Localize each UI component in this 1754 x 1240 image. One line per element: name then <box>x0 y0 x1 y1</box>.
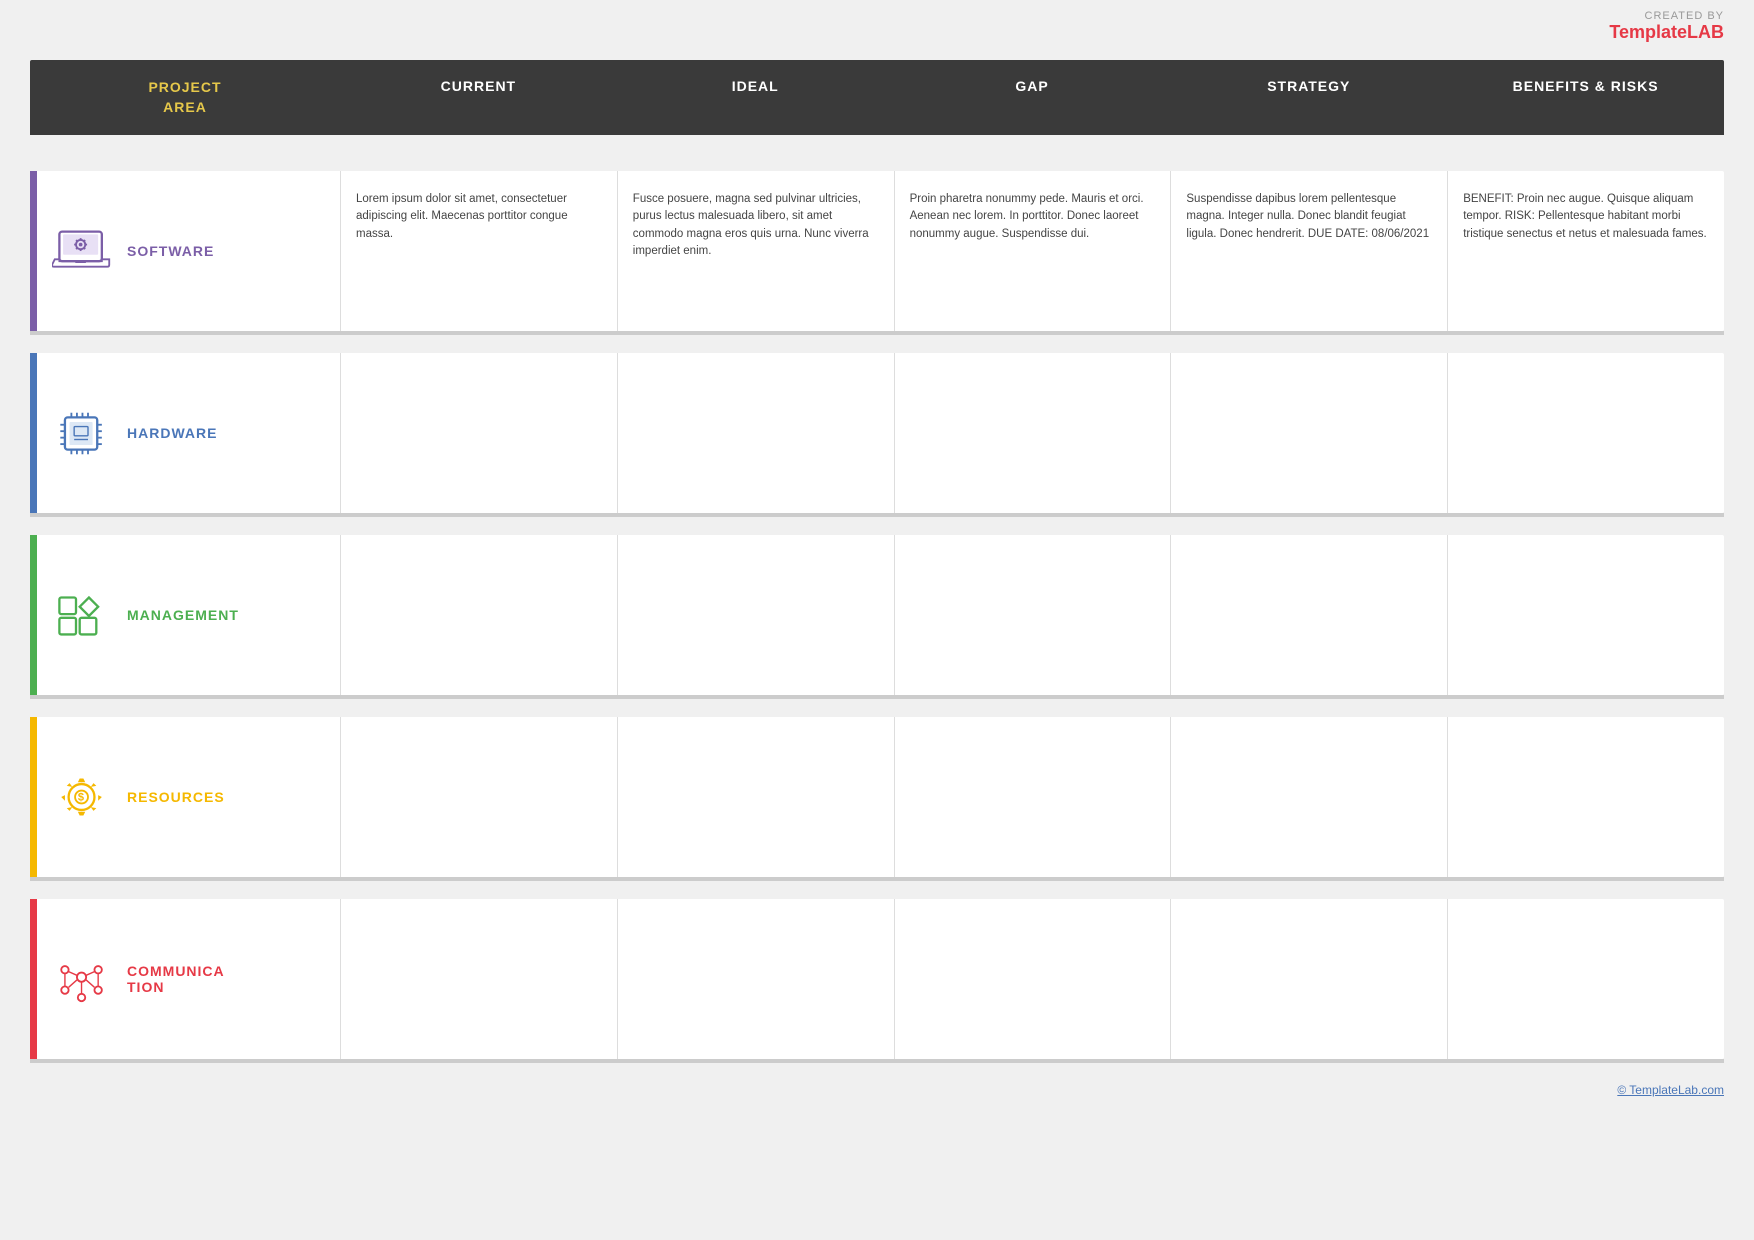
svg-text:$: $ <box>78 792 84 804</box>
software-strategy: Suspendisse dapibus lorem pellentesque m… <box>1170 171 1447 331</box>
logo-brand: TemplateLAB <box>1609 22 1724 43</box>
row-separator <box>30 1059 1724 1063</box>
logo-lab: LAB <box>1687 22 1724 42</box>
hardware-benefits <box>1447 353 1724 513</box>
page-wrapper: CREATED BY TemplateLAB PROJECTAREA CURRE… <box>0 0 1754 1240</box>
resources-current <box>340 717 617 877</box>
table-row: $ RESOURCES <box>30 717 1724 877</box>
resources-icon: $ <box>52 767 112 827</box>
communication-benefits <box>1447 899 1724 1059</box>
resources-section: $ RESOURCES <box>30 717 1724 881</box>
resources-strategy <box>1170 717 1447 877</box>
management-ideal <box>617 535 894 695</box>
row-separator <box>30 331 1724 335</box>
table-row: SOFTWARE Lorem ipsum dolor sit amet, con… <box>30 171 1724 331</box>
header-project-area: PROJECTAREA <box>30 60 340 135</box>
resources-category: $ RESOURCES <box>30 717 340 877</box>
logo-area: CREATED BY TemplateLAB <box>1609 10 1724 43</box>
header-gap: GAP <box>894 60 1171 135</box>
communication-current <box>340 899 617 1059</box>
communication-icon <box>52 949 112 1009</box>
hardware-label: HARDWARE <box>127 425 217 441</box>
hardware-gap <box>894 353 1171 513</box>
management-benefits <box>1447 535 1724 695</box>
management-section: MANAGEMENT <box>30 535 1724 699</box>
hardware-section: HARDWARE <box>30 353 1724 517</box>
software-label: SOFTWARE <box>127 243 214 259</box>
management-icon <box>52 585 112 645</box>
row-separator <box>30 695 1724 699</box>
communication-gap <box>894 899 1171 1059</box>
software-section: SOFTWARE Lorem ipsum dolor sit amet, con… <box>30 171 1724 335</box>
software-benefits: BENEFIT: Proin nec augue. Quisque aliqua… <box>1447 171 1724 331</box>
logo-created-by: CREATED BY <box>1609 10 1724 22</box>
row-separator <box>30 877 1724 881</box>
row-separator <box>30 513 1724 517</box>
footer-link[interactable]: © TemplateLab.com <box>1617 1083 1724 1097</box>
management-category: MANAGEMENT <box>30 535 340 695</box>
header-strategy: STRATEGY <box>1170 60 1447 135</box>
software-ideal: Fusce posuere, magna sed pulvinar ultric… <box>617 171 894 331</box>
software-gap: Proin pharetra nonummy pede. Mauris et o… <box>894 171 1171 331</box>
management-gap <box>894 535 1171 695</box>
footer: © TemplateLab.com <box>30 1083 1724 1097</box>
resources-ideal <box>617 717 894 877</box>
management-current <box>340 535 617 695</box>
header-current: CURRENT <box>340 60 617 135</box>
logo-template: Template <box>1609 22 1687 42</box>
communication-section: COMMUNICATION <box>30 899 1724 1063</box>
management-label: MANAGEMENT <box>127 607 239 623</box>
table-row: COMMUNICATION <box>30 899 1724 1059</box>
resources-benefits <box>1447 717 1724 877</box>
header-row: PROJECTAREA CURRENT IDEAL GAP STRATEGY B… <box>30 60 1724 135</box>
communication-category: COMMUNICATION <box>30 899 340 1059</box>
resources-gap <box>894 717 1171 877</box>
communication-strategy <box>1170 899 1447 1059</box>
communication-ideal <box>617 899 894 1059</box>
communication-label: COMMUNICATION <box>127 963 227 995</box>
hardware-category: HARDWARE <box>30 353 340 513</box>
software-category: SOFTWARE <box>30 171 340 331</box>
header-ideal: IDEAL <box>617 60 894 135</box>
hardware-current <box>340 353 617 513</box>
header-benefits-risks: BENEFITS & RISKS <box>1447 60 1724 135</box>
hardware-icon <box>52 403 112 463</box>
management-strategy <box>1170 535 1447 695</box>
software-icon <box>52 221 112 281</box>
table-row: MANAGEMENT <box>30 535 1724 695</box>
resources-label: RESOURCES <box>127 789 225 805</box>
hardware-ideal <box>617 353 894 513</box>
table-row: HARDWARE <box>30 353 1724 513</box>
data-section: SOFTWARE Lorem ipsum dolor sit amet, con… <box>30 153 1724 1063</box>
software-current: Lorem ipsum dolor sit amet, consectetuer… <box>340 171 617 331</box>
hardware-strategy <box>1170 353 1447 513</box>
